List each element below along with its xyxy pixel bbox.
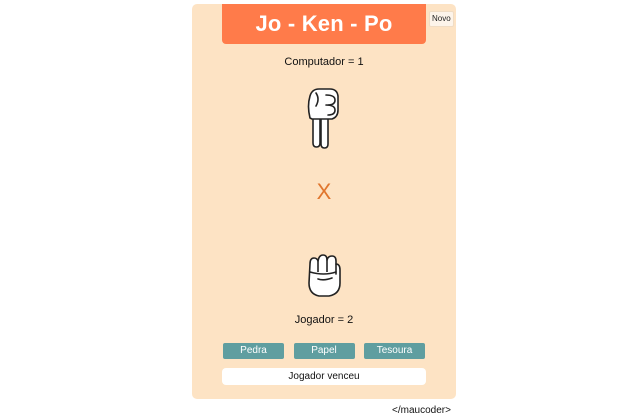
title-bar: Jo - Ken - Po: [222, 4, 426, 44]
paper-button[interactable]: Papel: [293, 343, 355, 359]
choice-buttons: Pedra Papel Tesoura: [223, 343, 425, 359]
fist-rock-hand-icon: [308, 254, 341, 297]
game-card: Jo - Ken - Po Novo Computador = 1 X Joga…: [192, 4, 456, 399]
computer-score: Computador = 1: [284, 56, 364, 68]
scissors-button[interactable]: Tesoura: [364, 343, 425, 359]
versus-label: X: [316, 179, 332, 204]
scissors-hand-icon: [307, 88, 339, 149]
new-game-button[interactable]: Novo: [429, 11, 454, 27]
rock-button[interactable]: Pedra: [223, 343, 284, 359]
footer-credit: </maucoder>: [392, 405, 451, 416]
player-score: Jogador = 2: [294, 314, 354, 326]
page-title: Jo - Ken - Po: [255, 11, 393, 36]
result-message: Jogador venceu: [222, 368, 426, 385]
